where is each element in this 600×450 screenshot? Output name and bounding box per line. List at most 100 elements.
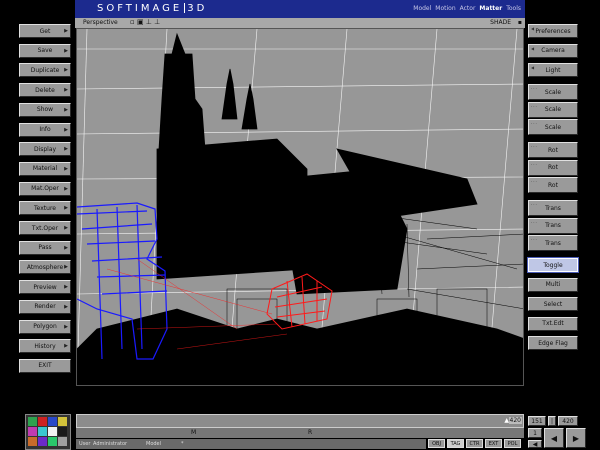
menu-exit[interactable]: EXIT (19, 358, 71, 373)
palette-swatch[interactable] (28, 427, 37, 436)
menu-history[interactable]: History ▶ (19, 339, 71, 354)
tool-scale[interactable]: Scale ··· (528, 119, 578, 135)
viewport-icons[interactable]: ▫ ▣ ⊥ ⊥ (130, 18, 160, 26)
mode-obj-button[interactable]: OBJ (428, 439, 445, 448)
tool-label: Rot (548, 164, 558, 171)
tool-trans[interactable]: Trans ··· (528, 200, 578, 216)
tool-label: Preferences (535, 27, 571, 35)
timeline-frame[interactable]: 420 (508, 417, 522, 424)
palette-swatch[interactable] (48, 427, 57, 436)
viewport-mode[interactable]: SHADE (490, 19, 511, 26)
tool-rot[interactable]: Rot ··· (528, 177, 578, 193)
softimage-window: SOFTIMAGE 3D Model Motion Actor Matter Tools … (0, 0, 600, 450)
end-frame-field[interactable]: 420 (558, 416, 578, 426)
menu-mat-oper[interactable]: Mat.Oper ▶ (19, 181, 71, 196)
tool-txt-edt[interactable]: Txt.Edt (528, 316, 578, 331)
color-palette (25, 414, 71, 450)
tool-scale[interactable]: Scale ··· (528, 101, 578, 118)
menu-get[interactable]: Get ▶ (19, 24, 71, 38)
mode-pol-button[interactable]: POL (504, 439, 521, 448)
tool-camera[interactable]: Camera ◀ (528, 43, 578, 58)
menu-preview[interactable]: Preview ▶ (19, 280, 71, 295)
menu-delete[interactable]: Delete ▶ (19, 83, 71, 98)
menu-duplicate[interactable]: Duplicate ▶ (19, 63, 71, 78)
module-motion[interactable]: Motion (435, 5, 455, 12)
palette-swatch[interactable] (28, 437, 37, 446)
palette-swatch[interactable] (28, 417, 37, 426)
step-back-button[interactable]: ◀ (528, 440, 542, 448)
palette-swatch[interactable] (58, 417, 67, 426)
3d-viewport[interactable] (76, 28, 524, 386)
palette-swatch[interactable] (38, 417, 47, 426)
tool-trans[interactable]: Trans ··· (528, 235, 578, 251)
current-frame-field[interactable]: 1 (528, 428, 542, 438)
menu-show[interactable]: Show ▶ (19, 102, 71, 117)
viewport-close-icon[interactable]: ▪ (518, 19, 522, 26)
menu-render[interactable]: Render ▶ (19, 299, 71, 314)
tool-scale[interactable]: Scale ··· (528, 84, 578, 100)
play-forward-button[interactable]: ▶ (566, 428, 586, 448)
tool-rot[interactable]: Rot ··· (528, 159, 578, 176)
menu-txt-oper[interactable]: Txt.Oper ▶ (19, 221, 71, 235)
tool-rot[interactable]: Rot ··· (528, 142, 578, 158)
module-actor[interactable]: Actor (460, 5, 476, 12)
user-name: Administrator (93, 441, 128, 447)
module-tools[interactable]: Tools (506, 5, 521, 12)
menu-display[interactable]: Display ▶ (19, 142, 71, 157)
mode-ctr-button[interactable]: CTR (466, 439, 483, 448)
tool-light[interactable]: Light ◀ (528, 63, 578, 77)
mode-ext-button[interactable]: EXT (485, 439, 502, 448)
xyz-handle-icon: ··· (531, 144, 538, 149)
xyz-handle-icon: ··· (531, 179, 538, 184)
menu-label: Show (36, 106, 54, 114)
tool-select[interactable]: Select (528, 297, 578, 311)
viewport-name[interactable]: Perspective (83, 19, 118, 26)
app-logo: SOFTIMAGE 3D (97, 3, 207, 14)
palette-swatch[interactable] (38, 437, 47, 446)
arrow-left-icon: ◀ (531, 65, 536, 70)
tool-trans[interactable]: Trans ··· (528, 217, 578, 234)
viewport-header: Perspective ▫ ▣ ⊥ ⊥ SHADE ▪ (75, 18, 525, 28)
tool-toggle[interactable]: Toggle (527, 257, 579, 273)
menu-atmosphere[interactable]: Atmosphere ▶ (19, 260, 71, 275)
play-reverse-button[interactable]: ◀ (544, 428, 564, 448)
tool-edge-flag[interactable]: Edge Flag (528, 336, 578, 350)
module-matter[interactable]: Matter (479, 5, 502, 12)
palette-swatch[interactable] (38, 427, 47, 436)
arrow-right-icon: ▶ (64, 67, 68, 74)
menu-texture[interactable]: Texture ▶ (19, 201, 71, 216)
timeline-slider[interactable]: ▲ 420 (76, 414, 524, 428)
frame-controls: 151 | 420 1 ◀ ◀ ▶ (528, 414, 600, 450)
menu-info[interactable]: Info ▶ (19, 122, 71, 137)
track-label-r: R (308, 429, 313, 436)
arrow-right-icon: ▶ (64, 244, 68, 251)
tool-multi[interactable]: Multi (528, 277, 578, 292)
menu-pass[interactable]: Pass ▶ (19, 240, 71, 255)
palette-swatch[interactable] (58, 437, 67, 446)
palette-swatch[interactable] (48, 437, 57, 446)
menu-label: EXIT (38, 362, 52, 370)
arrow-right-icon: ▶ (64, 146, 68, 153)
menu-material[interactable]: Material ▶ (19, 161, 71, 176)
tool-label: Txt.Edt (542, 320, 564, 327)
bottom-panel: ▲ 420 M R User Administrator Model * OBJ… (0, 410, 600, 450)
mode-tag-button[interactable]: TAG (447, 439, 464, 448)
tool-label: Trans (545, 222, 561, 229)
module-model[interactable]: Model (413, 5, 431, 12)
tool-label: Rot (548, 181, 558, 189)
xyz-handle-icon: ··· (531, 202, 538, 207)
start-frame-field[interactable]: 151 (528, 416, 546, 426)
palette-swatch[interactable] (58, 427, 67, 436)
tool-label: Trans (545, 204, 561, 212)
tool-preferences[interactable]: Preferences ◀ (528, 24, 578, 38)
menu-polygon[interactable]: Polygon ▶ (19, 319, 71, 334)
tool-label: Scale (544, 123, 562, 131)
tool-label: Scale (544, 106, 562, 113)
menu-label: Txt.Oper (31, 224, 59, 232)
arrow-right-icon: ▶ (64, 225, 68, 231)
palette-swatch[interactable] (48, 417, 57, 426)
tool-label: Scale (544, 88, 562, 96)
status-line: User Administrator Model * (76, 439, 426, 449)
menu-save[interactable]: Save ▶ (19, 43, 71, 58)
arrow-right-icon: ▶ (64, 28, 68, 34)
